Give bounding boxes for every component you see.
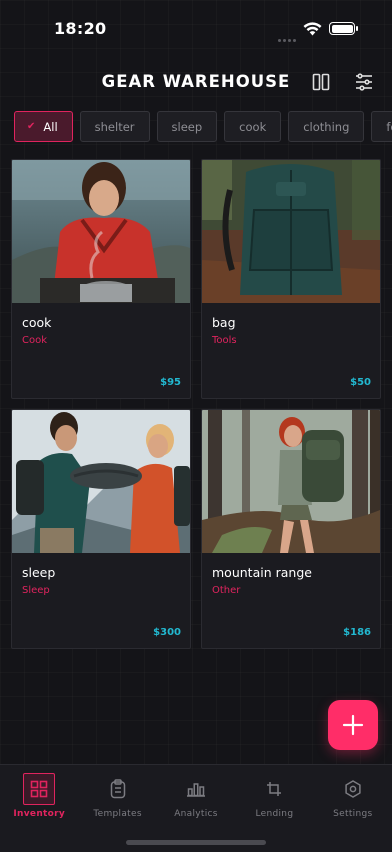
battery-icon	[329, 22, 358, 35]
crop-icon	[267, 782, 282, 796]
gear-price: $95	[160, 377, 181, 388]
check-icon: ✔	[27, 121, 36, 132]
gear-photo	[12, 410, 190, 553]
tab-label: Templates	[93, 809, 142, 819]
gear-price: $186	[343, 627, 371, 638]
chip-sleep[interactable]: sleep	[156, 111, 218, 142]
gear-category: Tools	[212, 335, 237, 346]
tab-templates[interactable]: Templates	[78, 765, 156, 852]
gear-category: Cook	[22, 335, 48, 346]
gear-grid: cook Cook $95 bag Tools $50 sleep Sleep …	[11, 159, 381, 649]
tab-label: Lending	[255, 809, 294, 819]
clipboard-icon	[110, 779, 125, 799]
gear-price: $50	[350, 377, 371, 388]
tab-lending[interactable]: Lending	[235, 765, 313, 852]
chip-label: cook	[239, 119, 267, 134]
filter-button[interactable]	[352, 70, 376, 94]
gear-card[interactable]: sleep Sleep $300	[11, 409, 191, 649]
chip-clothing[interactable]: clothing	[288, 111, 365, 142]
bar-chart-icon	[187, 783, 206, 797]
gear-category: Sleep	[22, 585, 50, 596]
tab-label: Analytics	[174, 809, 218, 819]
chip-label: clothing	[303, 119, 350, 134]
chip-label: sleep	[171, 119, 203, 134]
signal-dots-icon	[278, 27, 298, 42]
gear-category: Other	[212, 585, 241, 596]
gear-photo	[202, 160, 380, 303]
gear-name: bag	[212, 315, 236, 330]
wifi-icon	[303, 21, 322, 40]
tab-label: Inventory	[13, 809, 66, 819]
gear-icon	[345, 780, 361, 798]
add-gear-button[interactable]	[328, 700, 378, 750]
chip-cook[interactable]: cook	[224, 111, 282, 142]
gear-card[interactable]: cook Cook $95	[11, 159, 191, 399]
gear-photo	[202, 410, 380, 553]
gear-name: cook	[22, 315, 52, 330]
app-header: GEAR WAREHOUSE	[0, 60, 392, 104]
gear-photo	[12, 160, 190, 303]
gear-card[interactable]: mountain range Other $186	[201, 409, 381, 649]
gear-name: mountain range	[212, 565, 312, 580]
status-bar: 18:20	[0, 0, 392, 56]
grid-icon	[30, 780, 48, 798]
chip-label: footwear	[386, 119, 392, 134]
chip-label: shelter	[94, 119, 135, 134]
tab-inventory[interactable]: Inventory	[0, 765, 78, 852]
tab-settings[interactable]: Settings	[314, 765, 392, 852]
gear-card[interactable]: bag Tools $50	[201, 159, 381, 399]
tab-label: Settings	[333, 809, 373, 819]
filter-list-icon	[356, 73, 372, 91]
home-indicator	[126, 840, 266, 845]
tab-analytics[interactable]: Analytics	[157, 765, 235, 852]
page-title: GEAR WAREHOUSE	[101, 72, 291, 91]
chip-all[interactable]: ✔ All	[14, 111, 73, 142]
view-toggle-button[interactable]	[309, 70, 333, 94]
bottom-tab-bar: Inventory Templates Analytics Lending Se…	[0, 764, 392, 852]
category-filter-chips: ✔ All shelter sleep cook clothing footwe…	[14, 111, 392, 143]
gear-price: $300	[153, 627, 181, 638]
columns-icon	[312, 73, 330, 91]
chip-shelter[interactable]: shelter	[79, 111, 150, 142]
plus-icon	[342, 714, 364, 736]
chip-footwear[interactable]: footwear	[371, 111, 392, 142]
status-time: 18:20	[54, 19, 107, 38]
gear-name: sleep	[22, 565, 56, 580]
chip-label: All	[43, 119, 58, 134]
